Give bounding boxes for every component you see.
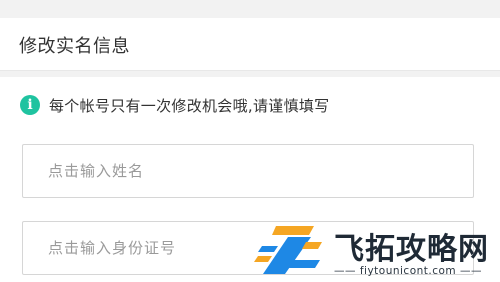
notice-text: 每个帐号只有一次修改机会哦,请谨慎填写 [49,96,330,115]
watermark-url: —— fiytounicont.com —— [334,265,483,277]
watermark-logo-icon [254,226,322,274]
notice-banner: i 每个帐号只有一次修改机会哦,请谨慎填写 [20,92,329,118]
page-header: 修改实名信息 [0,18,500,71]
name-input[interactable] [22,144,474,198]
watermark-title: 飞拓攻略网 [334,232,489,267]
top-strip [0,0,500,18]
page-title: 修改实名信息 [19,36,130,57]
info-icon: i [20,95,40,115]
watermark: 飞拓攻略网 —— fiytounicont.com —— [254,222,500,282]
